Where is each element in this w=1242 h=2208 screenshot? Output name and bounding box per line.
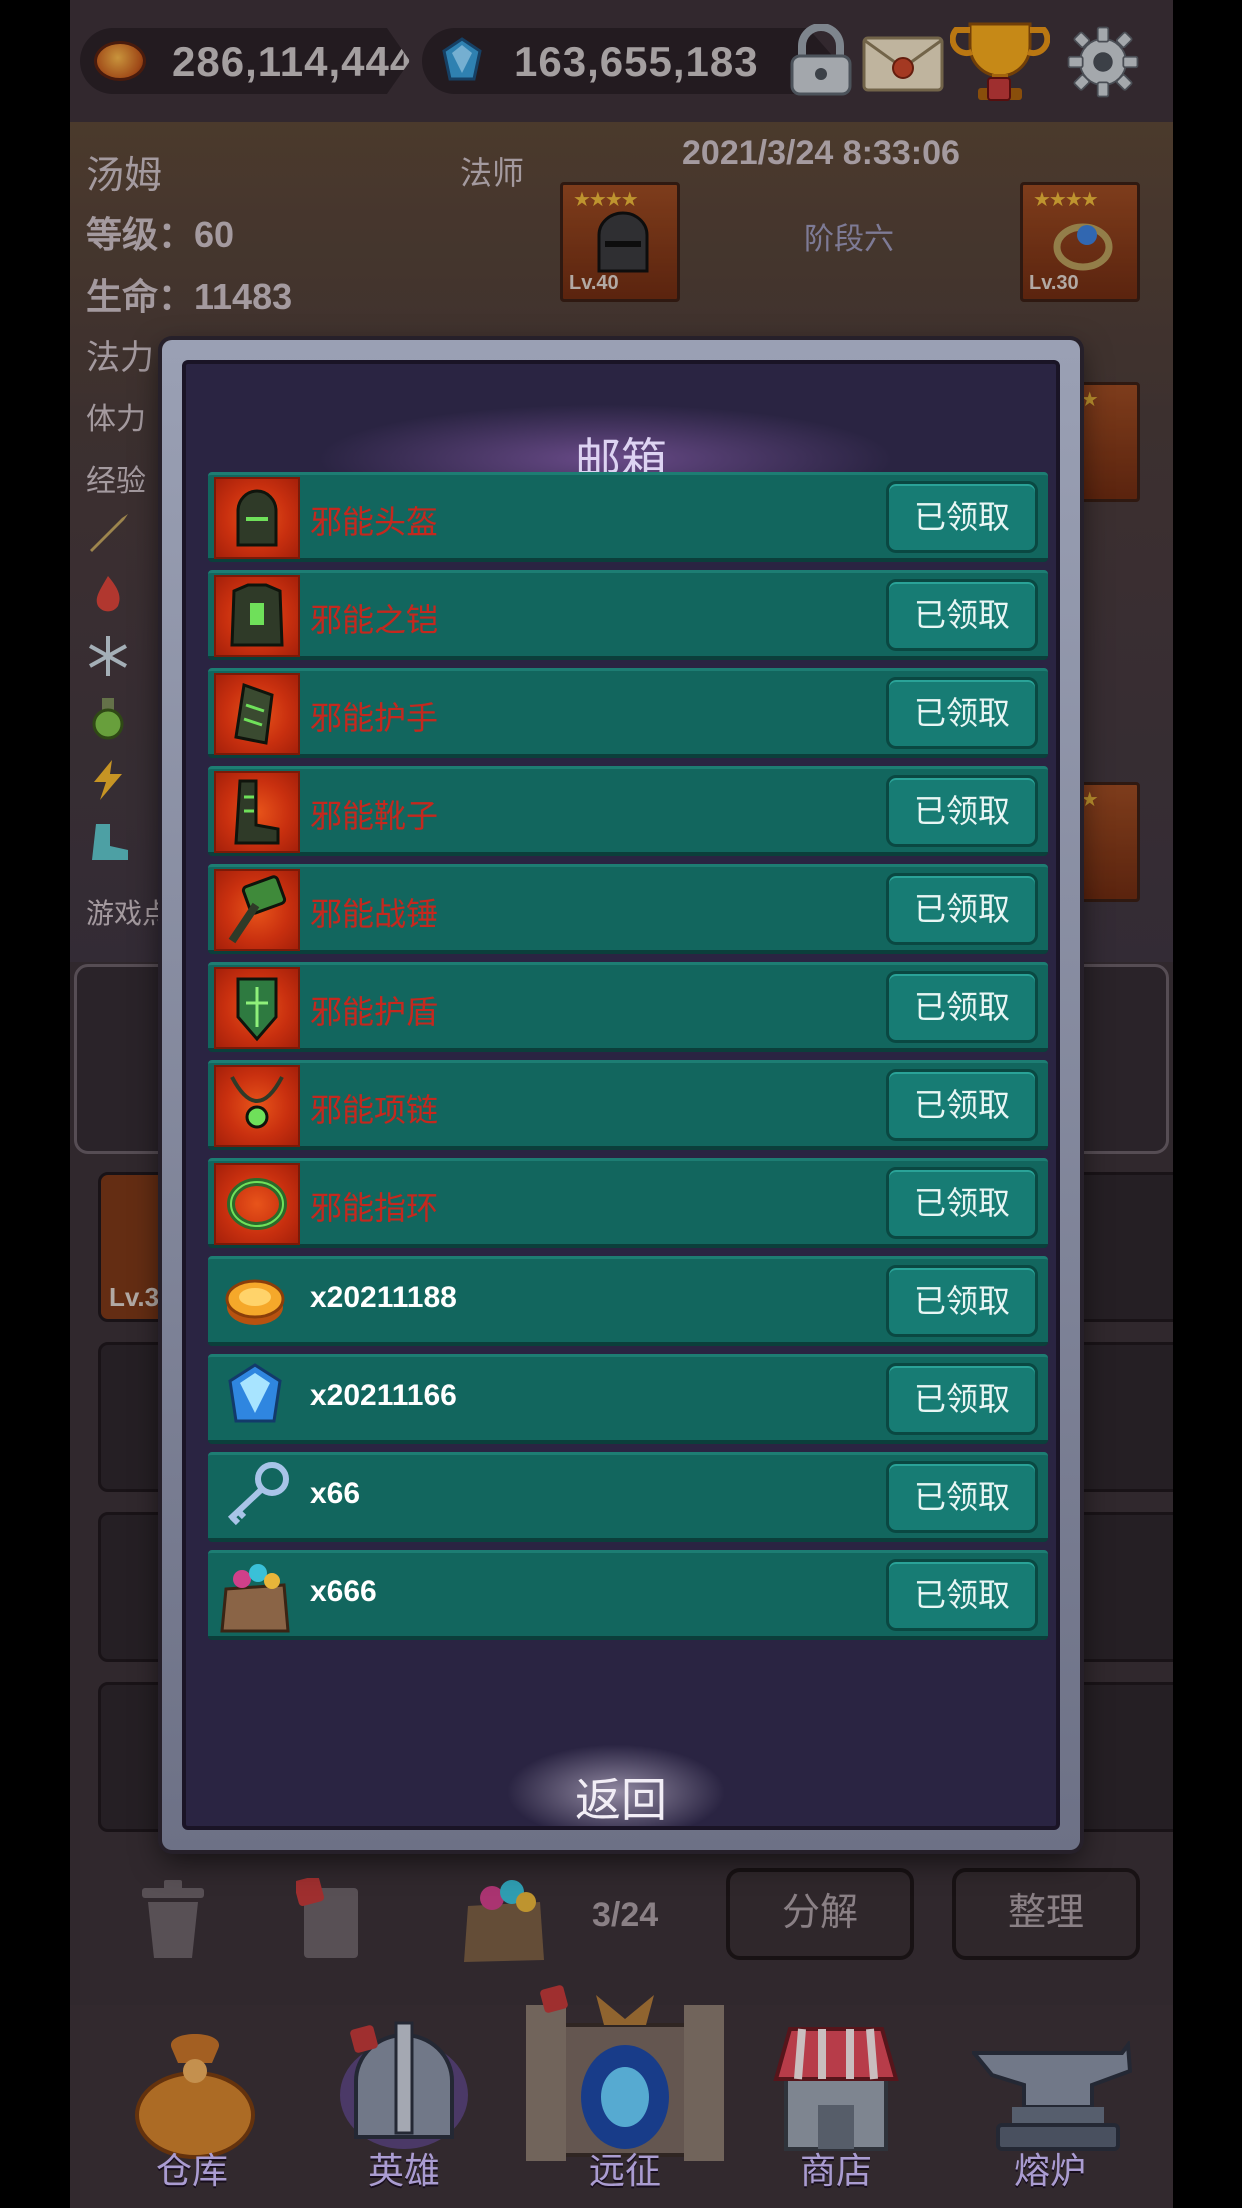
mail-item-name: x666 [310, 1575, 377, 1608]
fel-shield-icon [236, 977, 278, 1042]
gold-coin-icon [225, 1279, 285, 1325]
item-icon-frame [214, 575, 300, 657]
mail-row: x20211188 已领取 [208, 1256, 1048, 1346]
mail-item-name: 邪能项链 [310, 1092, 439, 1128]
claimed-button[interactable]: 已领取 [886, 1461, 1038, 1533]
fel-hammer-icon [228, 875, 287, 944]
fel-boots-icon [234, 779, 280, 845]
fel-gauntlet-icon [234, 682, 274, 745]
loot-bag-icon [220, 1564, 290, 1633]
item-icon-frame [214, 869, 300, 951]
claimed-button[interactable]: 已领取 [886, 1363, 1038, 1435]
mail-item-name: 邪能护手 [310, 700, 439, 736]
mail-row: 邪能头盔 已领取 [208, 472, 1048, 562]
claimed-button[interactable]: 已领取 [886, 1069, 1038, 1141]
claimed-button[interactable]: 已领取 [886, 775, 1038, 847]
fel-armor-icon [230, 583, 284, 647]
item-icon-frame [214, 1457, 300, 1539]
claimed-button[interactable]: 已领取 [886, 1265, 1038, 1337]
claimed-button[interactable]: 已领取 [886, 677, 1038, 749]
claimed-button[interactable]: 已领取 [886, 971, 1038, 1043]
claimed-button[interactable]: 已领取 [886, 1167, 1038, 1239]
item-icon-frame [214, 1065, 300, 1147]
claimed-button[interactable]: 已领取 [886, 579, 1038, 651]
mail-item-name: 邪能护盾 [310, 994, 439, 1030]
item-icon-frame [214, 1555, 300, 1637]
claimed-button[interactable]: 已领取 [886, 1559, 1038, 1631]
claimed-button[interactable]: 已领取 [886, 481, 1038, 553]
mail-row: 邪能护手 已领取 [208, 668, 1048, 758]
mail-row: x66 已领取 [208, 1452, 1048, 1542]
mail-item-name: 邪能靴子 [310, 798, 439, 834]
mail-item-name: x66 [310, 1477, 361, 1510]
mail-item-name: 邪能之铠 [310, 602, 439, 638]
mail-row: 邪能护盾 已领取 [208, 962, 1048, 1052]
mail-row: 邪能指环 已领取 [208, 1158, 1048, 1248]
mail-item-name: x20211188 [310, 1281, 457, 1314]
mail-row: 邪能战锤 已领取 [208, 864, 1048, 954]
fel-helmet-icon [236, 489, 278, 547]
mail-row: x666 已领取 [208, 1550, 1048, 1640]
item-icon-frame [214, 1359, 300, 1441]
mailbox-panel: 邮箱 邪能头盔 已领取 邪能之铠 已领取 邪能护手 已领取 邪能靴子 已领取 邪… [182, 360, 1060, 1830]
item-icon-frame [214, 1261, 300, 1343]
mailbox-dialog: 邮箱 邪能头盔 已领取 邪能之铠 已领取 邪能护手 已领取 邪能靴子 已领取 邪… [162, 340, 1080, 1850]
fel-ring-icon [227, 1178, 287, 1230]
mail-item-name: 邪能战锤 [310, 896, 439, 932]
back-button[interactable]: 返回 [186, 1764, 1056, 1826]
item-icon-frame [214, 967, 300, 1049]
mail-row: 邪能靴子 已领取 [208, 766, 1048, 856]
mail-row: 邪能之铠 已领取 [208, 570, 1048, 660]
fel-necklace-icon [230, 1076, 284, 1129]
blue-gem-icon [228, 1363, 282, 1423]
item-icon-frame [214, 771, 300, 853]
mail-item-name: 邪能头盔 [310, 504, 439, 540]
mail-row: x20211166 已领取 [208, 1354, 1048, 1444]
item-icon-frame [214, 673, 300, 755]
mail-row: 邪能项链 已领取 [208, 1060, 1048, 1150]
mail-item-name: x20211166 [310, 1379, 457, 1412]
mail-item-name: 邪能指环 [310, 1190, 439, 1226]
key-icon [227, 1462, 289, 1526]
item-icon-frame [214, 477, 300, 559]
item-icon-frame [214, 1163, 300, 1245]
claimed-button[interactable]: 已领取 [886, 873, 1038, 945]
